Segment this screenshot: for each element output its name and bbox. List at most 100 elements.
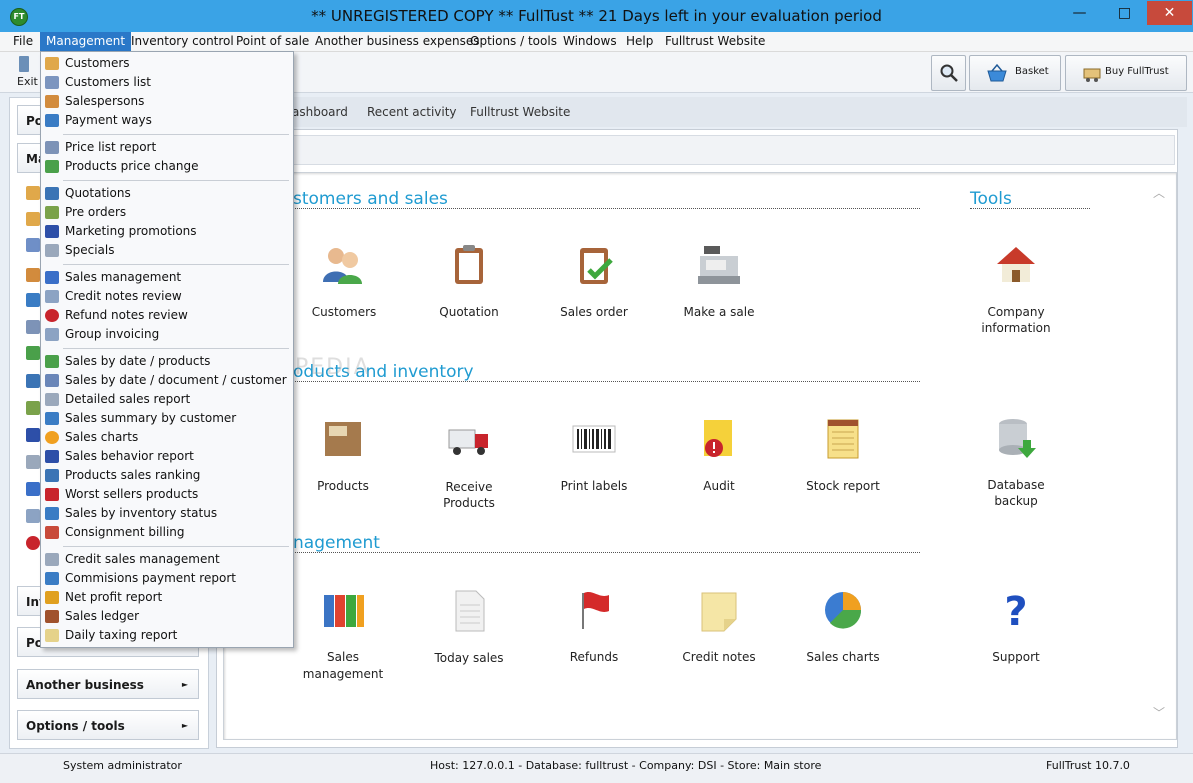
dd-specials[interactable]: Specials: [41, 241, 293, 260]
maximize-button[interactable]: □: [1102, 1, 1147, 25]
dd-marketing-promotions[interactable]: Marketing promotions: [41, 222, 293, 241]
tab-recent-activity[interactable]: Recent activity: [367, 105, 457, 119]
notepad-icon: [827, 419, 859, 459]
section-divider: [293, 208, 920, 209]
dd-sales-summary-by-customer[interactable]: Sales summary by customer: [41, 409, 293, 428]
specials-icon[interactable]: [26, 455, 40, 469]
close-button[interactable]: ✕: [1147, 1, 1192, 25]
left-nav-options-tools[interactable]: Options / tools ►: [17, 710, 199, 740]
section-divider: [970, 208, 1090, 209]
dd-label: Credit sales management: [65, 552, 220, 566]
report-icon[interactable]: [26, 320, 40, 334]
menu-management[interactable]: Management: [40, 32, 132, 51]
quotation-icon[interactable]: [26, 374, 40, 388]
dd-credit-sales-management[interactable]: Credit sales management: [41, 550, 293, 569]
payment-icon[interactable]: [26, 293, 40, 307]
left-nav-another-business-expenses[interactable]: Another business expenses►: [17, 669, 199, 722]
tile-label: Quotation: [439, 305, 499, 319]
dd-salespersons[interactable]: Salespersons: [41, 92, 293, 111]
dd-sales-by-date-products[interactable]: Sales by date / products: [41, 352, 293, 371]
chevron-right-icon: ►: [181, 680, 188, 689]
menu-another-business-expenses[interactable]: Another business expenses: [309, 32, 485, 51]
minimize-button[interactable]: —: [1057, 1, 1102, 25]
menu-inventory-control[interactable]: Inventory control: [125, 32, 240, 51]
clipboard-icon: [455, 245, 483, 284]
quotation-icon: [45, 187, 59, 200]
dd-sales-by-inventory-status[interactable]: Sales by inventory status: [41, 504, 293, 523]
credit-notes-icon[interactable]: [26, 509, 40, 523]
dd-credit-notes-review[interactable]: Credit notes review: [41, 287, 293, 306]
pre-orders-icon[interactable]: [26, 401, 40, 415]
tab-fulltrust-website[interactable]: Fulltrust Website: [470, 105, 570, 119]
money-icon[interactable]: [26, 346, 40, 360]
ledger-icon: [45, 610, 59, 623]
menu-separator: [63, 180, 289, 181]
refund-icon[interactable]: [26, 536, 40, 550]
dd-sales-management[interactable]: Sales management: [41, 268, 293, 287]
dd-label: Refund notes review: [65, 308, 188, 322]
dd-label: Price list report: [65, 140, 157, 154]
barcode-icon: [572, 425, 616, 453]
dd-products-price-change[interactable]: Products price change: [41, 157, 293, 176]
bar-chart-icon: [45, 450, 59, 463]
dd-commisions-payment-report[interactable]: Commisions payment report: [41, 569, 293, 588]
customer-list-icon[interactable]: [26, 212, 40, 226]
menu-windows[interactable]: Windows: [557, 32, 623, 51]
dd-label: Group invoicing: [65, 327, 160, 341]
dd-pre-orders[interactable]: Pre orders: [41, 203, 293, 222]
dd-daily-taxing-report[interactable]: Daily taxing report: [41, 626, 293, 645]
dd-detailed-sales-report[interactable]: Detailed sales report: [41, 390, 293, 409]
price-list-icon[interactable]: [26, 238, 40, 252]
left-nav-label: Options / tools: [26, 719, 125, 733]
window-title: ** UNREGISTERED COPY ** FullTust ** 21 D…: [311, 7, 882, 25]
dd-net-profit-report[interactable]: Net profit report: [41, 588, 293, 607]
dd-products-sales-ranking[interactable]: Products sales ranking: [41, 466, 293, 485]
dd-label: Customers list: [65, 75, 151, 89]
dd-payment-ways[interactable]: Payment ways: [41, 111, 293, 130]
dd-label: Quotations: [65, 186, 131, 200]
customer-icon[interactable]: [26, 186, 40, 200]
search-button[interactable]: [931, 55, 966, 91]
tile-label: Stock report: [806, 479, 880, 493]
status-connection-info: Host: 127.0.0.1 - Database: fulltrust - …: [430, 759, 822, 772]
tab-dashboard[interactable]: ashboard: [292, 105, 348, 119]
menu-file[interactable]: File: [7, 32, 39, 51]
tax-report-icon: [45, 629, 59, 642]
dd-customers-list[interactable]: Customers list: [41, 73, 293, 92]
grid-icon: [45, 507, 59, 520]
money-icon: [45, 355, 59, 368]
dd-price-list-report[interactable]: Price list report: [41, 138, 293, 157]
tile-label: Company: [987, 305, 1045, 319]
buy-fulltrust-button[interactable]: Buy FullTrust: [1065, 55, 1187, 91]
report-icon: [45, 141, 59, 154]
summary-icon: [45, 412, 59, 425]
salespersons-icon[interactable]: [26, 268, 40, 282]
chevron-right-icon: ►: [181, 721, 188, 730]
sticky-note-icon: [701, 592, 737, 632]
dashboard-header: [223, 135, 1175, 165]
menu-point-of-sale[interactable]: Point of sale: [230, 32, 315, 51]
dd-quotations[interactable]: Quotations: [41, 184, 293, 203]
menu-fulltrust-website[interactable]: Fulltrust Website: [659, 32, 771, 51]
exit-button[interactable]: Exit: [14, 54, 40, 90]
dd-sales-behavior-report[interactable]: Sales behavior report: [41, 447, 293, 466]
dd-consignment-billing[interactable]: Consignment billing: [41, 523, 293, 542]
menu-help[interactable]: Help: [620, 32, 659, 51]
menu-options-tools[interactable]: Options / tools: [464, 32, 563, 51]
dd-customers[interactable]: Customers: [41, 54, 293, 73]
dd-sales-by-date-document-customer[interactable]: Sales by date / document / customer: [41, 371, 293, 390]
scroll-up-icon[interactable]: ︿: [1153, 184, 1165, 201]
dd-label: Detailed sales report: [65, 392, 191, 406]
report-icon: [45, 393, 59, 406]
flag-icon[interactable]: [26, 428, 40, 442]
sales-management-icon[interactable]: [26, 482, 40, 496]
basket-button[interactable]: Basket: [969, 55, 1061, 91]
dd-sales-charts[interactable]: Sales charts: [41, 428, 293, 447]
dd-group-invoicing[interactable]: Group invoicing: [41, 325, 293, 344]
tile-label: information: [981, 321, 1051, 335]
dd-sales-ledger[interactable]: Sales ledger: [41, 607, 293, 626]
dd-refund-notes-review[interactable]: Refund notes review: [41, 306, 293, 325]
dd-label: Sales ledger: [65, 609, 140, 623]
scroll-down-icon[interactable]: ﹀: [1153, 704, 1165, 721]
dd-worst-sellers-products[interactable]: Worst sellers products: [41, 485, 293, 504]
